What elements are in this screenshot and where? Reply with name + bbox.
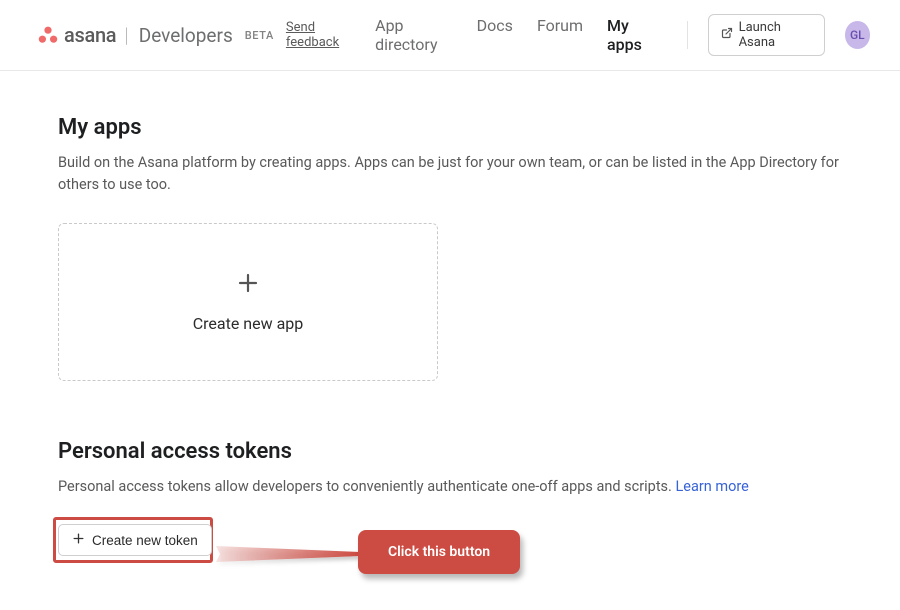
nav-app-directory[interactable]: App directory: [375, 16, 453, 54]
my-apps-section: My apps Build on the Asana platform by c…: [58, 115, 842, 381]
send-feedback-link[interactable]: Send feedback: [286, 20, 341, 50]
launch-asana-label: Launch Asana: [739, 20, 812, 50]
annotation-arrow-icon: [214, 540, 364, 580]
header-divider: [687, 21, 688, 49]
nav-forum[interactable]: Forum: [537, 16, 583, 54]
my-apps-description: Build on the Asana platform by creating …: [58, 152, 842, 197]
external-link-icon: [721, 27, 733, 43]
token-row: Create new token Click this button: [58, 524, 842, 594]
annotation-callout-text: Click this button: [388, 544, 490, 560]
annotation-callout: Click this button: [358, 530, 520, 574]
pat-description-text: Personal access tokens allow developers …: [58, 478, 675, 495]
plus-icon: [236, 271, 260, 300]
primary-nav: App directory Docs Forum My apps: [375, 16, 657, 54]
brand-block: asana | Developers BETA Send feedback: [38, 20, 341, 50]
create-token-label: Create new token: [92, 533, 198, 548]
brand-name: asana: [64, 23, 116, 47]
top-header: asana | Developers BETA Send feedback Ap…: [0, 0, 900, 71]
plus-icon: [72, 532, 85, 548]
personal-access-tokens-section: Personal access tokens Personal access t…: [58, 439, 842, 594]
brand-separator: |: [124, 23, 128, 47]
main-content: My apps Build on the Asana platform by c…: [0, 71, 900, 594]
create-new-token-button[interactable]: Create new token: [58, 524, 212, 556]
learn-more-link[interactable]: Learn more: [675, 478, 748, 495]
beta-badge: BETA: [245, 29, 274, 42]
launch-asana-button[interactable]: Launch Asana: [708, 14, 825, 56]
user-avatar[interactable]: GL: [845, 21, 870, 49]
create-new-app-card[interactable]: Create new app: [58, 223, 438, 381]
brand-developers: Developers: [139, 24, 233, 47]
create-app-label: Create new app: [193, 314, 304, 333]
nav-my-apps[interactable]: My apps: [607, 16, 657, 54]
nav-docs[interactable]: Docs: [477, 16, 513, 54]
asana-logo-icon: [38, 26, 58, 44]
pat-description: Personal access tokens allow developers …: [58, 476, 842, 498]
my-apps-title: My apps: [58, 115, 842, 140]
pat-title: Personal access tokens: [58, 439, 842, 464]
